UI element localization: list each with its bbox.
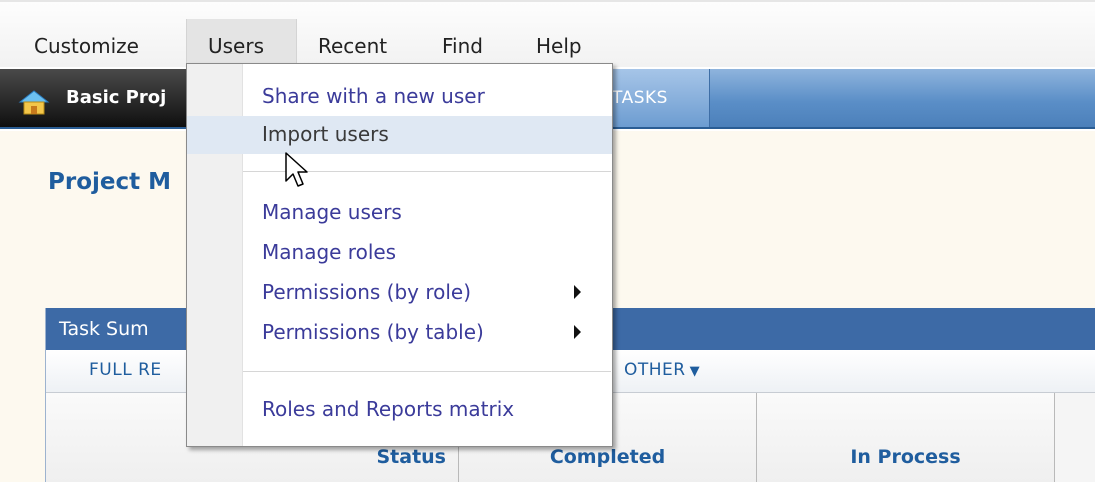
panel-title: Task Sum: [59, 318, 149, 340]
menu-recent[interactable]: Recent: [318, 30, 387, 62]
other-menu-button[interactable]: OTHER ▼: [624, 360, 700, 380]
menu-item-label: Roles and Reports matrix: [262, 397, 515, 421]
menu-users[interactable]: Users: [208, 30, 264, 62]
tab-tasks-label: TASKS: [612, 88, 668, 108]
tab-app-label: Basic Proj: [66, 87, 167, 108]
menu-find[interactable]: Find: [442, 30, 483, 62]
menu-item-roles-and-reports-matrix[interactable]: Roles and Reports matrix: [187, 391, 612, 429]
menu-item-import-users[interactable]: Import users: [187, 116, 612, 154]
column-in-process[interactable]: In Process: [757, 393, 1055, 482]
other-label: OTHER: [624, 360, 686, 380]
menu-item-label: Manage roles: [262, 240, 397, 264]
submenu-arrow-icon: [574, 285, 581, 299]
home-icon: [18, 90, 50, 115]
menu-item-manage-roles[interactable]: Manage roles: [187, 234, 612, 272]
menu-item-label: Manage users: [262, 200, 402, 224]
page-title: Project M: [48, 169, 172, 195]
column-completed-label: Completed: [549, 446, 666, 468]
menu-separator: [243, 371, 611, 372]
menu-item-permissions-by-role[interactable]: Permissions (by role): [187, 274, 612, 312]
menu-item-manage-users[interactable]: Manage users: [187, 194, 612, 232]
menu-help[interactable]: Help: [536, 30, 582, 62]
menu-bar: Customize Users Recent Find Help: [0, 0, 1095, 69]
menu-item-label: Permissions (by table): [262, 320, 484, 344]
users-dropdown-menu: Share with a new user Import users Manag…: [186, 63, 613, 447]
menu-item-label: Permissions (by role): [262, 280, 472, 304]
mouse-pointer-icon: [285, 152, 308, 187]
full-report-link[interactable]: FULL RE: [89, 360, 162, 380]
menu-item-label: Share with a new user: [262, 84, 485, 108]
menu-item-share-with-new-user[interactable]: Share with a new user: [187, 78, 612, 116]
tab-tasks[interactable]: TASKS: [612, 69, 710, 129]
column-in-process-label: In Process: [850, 446, 961, 468]
tab-app-home[interactable]: Basic Proj: [0, 69, 190, 129]
submenu-arrow-icon: [574, 325, 581, 339]
column-status-label: Status: [376, 446, 446, 468]
menu-item-permissions-by-table[interactable]: Permissions (by table): [187, 314, 612, 352]
menu-item-label: Import users: [262, 122, 389, 146]
caret-down-icon: ▼: [689, 364, 701, 379]
menu-customize[interactable]: Customize: [34, 30, 139, 62]
